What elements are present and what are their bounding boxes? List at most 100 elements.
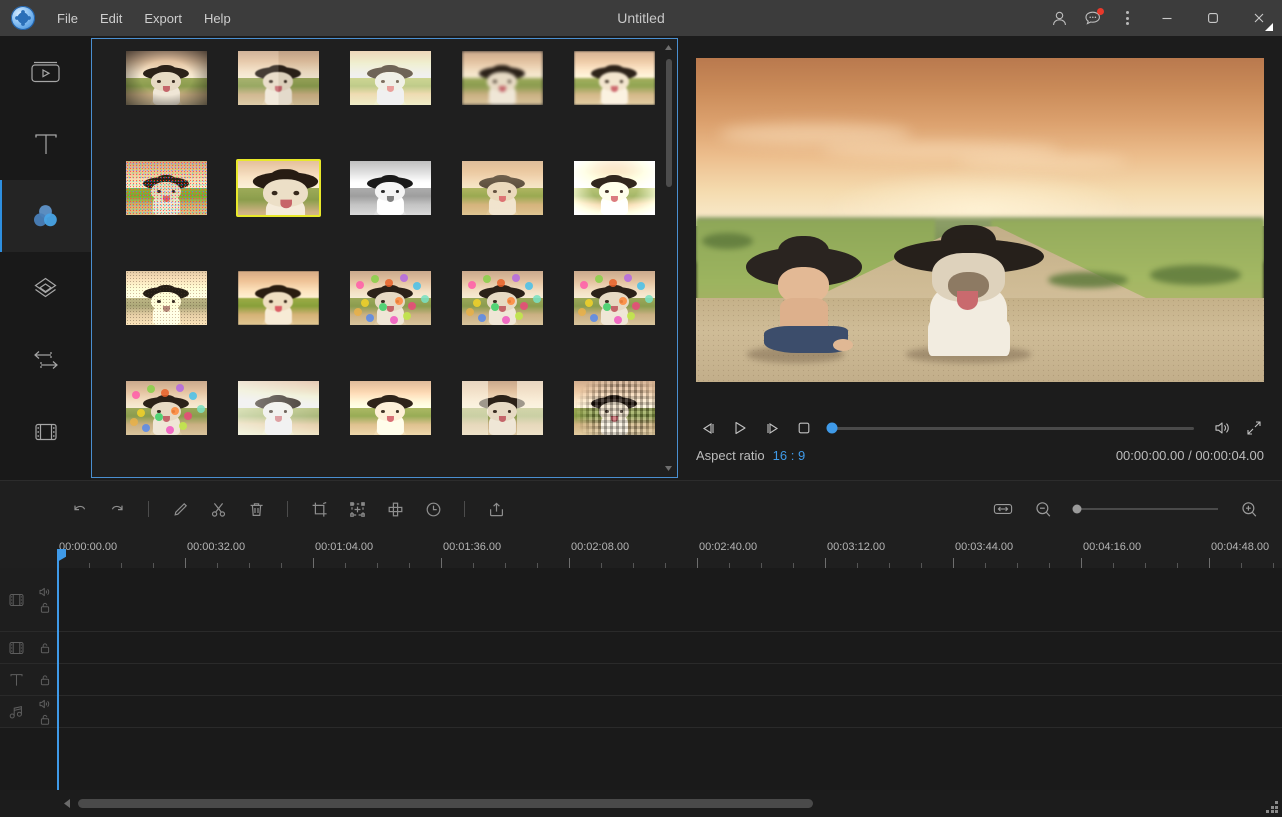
aspect-ratio-value[interactable]: 16 : 9 — [773, 448, 806, 463]
track-lock-icon[interactable] — [39, 601, 51, 614]
sidebar-item-overlays[interactable] — [0, 252, 91, 324]
track-mute-icon[interactable] — [38, 698, 51, 710]
track-content[interactable] — [57, 632, 1282, 663]
fullscreen-icon[interactable] — [1238, 412, 1270, 444]
effect-item[interactable] — [222, 159, 334, 269]
effect-thumbnail[interactable] — [236, 269, 321, 327]
trash-icon[interactable] — [239, 492, 273, 526]
track-header[interactable] — [0, 664, 57, 695]
scroll-up-arrow[interactable] — [662, 41, 675, 54]
account-icon[interactable] — [1042, 0, 1076, 36]
sidebar-item-text[interactable] — [0, 108, 91, 180]
effect-item[interactable] — [222, 49, 334, 159]
effect-item[interactable] — [446, 379, 558, 478]
video-preview[interactable] — [696, 58, 1264, 382]
effect-thumbnail[interactable] — [348, 379, 433, 437]
sidebar-item-filters[interactable] — [0, 180, 91, 252]
maximize-button[interactable] — [1190, 0, 1236, 36]
effect-item[interactable] — [334, 269, 446, 379]
seek-slider[interactable] — [832, 427, 1194, 430]
effect-item[interactable] — [558, 379, 670, 478]
menu-export[interactable]: Export — [133, 7, 193, 30]
mosaic-icon[interactable] — [378, 492, 412, 526]
timeline-track[interactable] — [0, 664, 1282, 696]
track-header[interactable] — [0, 696, 57, 727]
menu-file[interactable]: File — [46, 7, 89, 30]
scroll-down-arrow[interactable] — [662, 462, 675, 475]
effect-thumbnail[interactable] — [236, 49, 321, 107]
effect-item[interactable] — [222, 269, 334, 379]
effect-thumbnail[interactable] — [124, 379, 209, 437]
effect-thumbnail[interactable] — [460, 49, 545, 107]
effect-item[interactable] — [110, 379, 222, 478]
effect-thumbnail[interactable] — [124, 159, 209, 217]
clock-icon[interactable] — [416, 492, 450, 526]
zoom-in-icon[interactable] — [1232, 492, 1266, 526]
undo-icon[interactable] — [62, 492, 96, 526]
pencil-icon[interactable] — [163, 492, 197, 526]
timeline-ruler[interactable]: 00:00:00.0000:00:32.0000:01:04.0000:01:3… — [0, 537, 1282, 568]
effect-thumbnail[interactable] — [572, 379, 657, 437]
effect-item[interactable] — [446, 49, 558, 159]
effect-thumbnail[interactable] — [348, 49, 433, 107]
effect-thumbnail[interactable] — [348, 269, 433, 327]
transform-icon[interactable] — [340, 492, 374, 526]
effect-item[interactable] — [446, 269, 558, 379]
effect-item[interactable] — [110, 269, 222, 379]
more-options-icon[interactable] — [1110, 0, 1144, 36]
effect-thumbnail[interactable] — [460, 379, 545, 437]
track-lock-icon[interactable] — [39, 713, 51, 726]
stop-button[interactable] — [788, 412, 820, 444]
feedback-icon[interactable] — [1076, 0, 1110, 36]
effect-item[interactable] — [558, 269, 670, 379]
effects-scrollbar[interactable] — [662, 41, 675, 475]
fit-width-icon[interactable] — [986, 492, 1020, 526]
effect-thumbnail[interactable] — [236, 379, 321, 437]
effect-thumbnail[interactable] — [572, 269, 657, 327]
timeline-track[interactable] — [0, 696, 1282, 728]
crop-icon[interactable] — [302, 492, 336, 526]
effect-thumbnail[interactable] — [236, 159, 321, 217]
redo-icon[interactable] — [100, 492, 134, 526]
effect-item[interactable] — [222, 379, 334, 478]
track-header[interactable] — [0, 568, 57, 631]
timeline-track[interactable] — [0, 568, 1282, 632]
effect-item[interactable] — [334, 49, 446, 159]
sidebar-item-media[interactable] — [0, 36, 91, 108]
track-lock-icon[interactable] — [39, 641, 51, 654]
effect-thumbnail[interactable] — [460, 269, 545, 327]
effect-item[interactable] — [446, 159, 558, 269]
effect-thumbnail[interactable] — [572, 49, 657, 107]
share-icon[interactable] — [479, 492, 513, 526]
effect-item[interactable] — [110, 49, 222, 159]
effect-thumbnail[interactable] — [348, 159, 433, 217]
effect-item[interactable] — [334, 379, 446, 478]
effect-thumbnail[interactable] — [572, 159, 657, 217]
next-frame-button[interactable] — [756, 412, 788, 444]
sidebar-item-transitions[interactable] — [0, 324, 91, 396]
track-content[interactable] — [57, 664, 1282, 695]
zoom-slider-handle[interactable] — [1072, 505, 1081, 514]
close-button[interactable] — [1236, 0, 1282, 36]
track-header[interactable] — [0, 632, 57, 663]
track-content[interactable] — [57, 568, 1282, 631]
sidebar-item-elements[interactable] — [0, 396, 91, 468]
track-content[interactable] — [57, 696, 1282, 727]
play-button[interactable] — [724, 412, 756, 444]
scroll-left-arrow[interactable] — [58, 790, 76, 817]
track-lock-icon[interactable] — [39, 673, 51, 686]
effect-thumbnail[interactable] — [460, 159, 545, 217]
zoom-out-icon[interactable] — [1026, 492, 1060, 526]
menu-edit[interactable]: Edit — [89, 7, 133, 30]
timeline-horizontal-scrollbar[interactable] — [0, 790, 1282, 817]
effect-item[interactable] — [110, 159, 222, 269]
effect-item[interactable] — [558, 159, 670, 269]
effect-item[interactable] — [558, 49, 670, 159]
zoom-slider[interactable] — [1074, 508, 1218, 510]
scissors-icon[interactable] — [201, 492, 235, 526]
minimize-button[interactable] — [1144, 0, 1190, 36]
scrollbar-thumb[interactable] — [666, 59, 672, 187]
volume-icon[interactable] — [1206, 412, 1238, 444]
menu-help[interactable]: Help — [193, 7, 242, 30]
track-mute-icon[interactable] — [38, 586, 51, 598]
